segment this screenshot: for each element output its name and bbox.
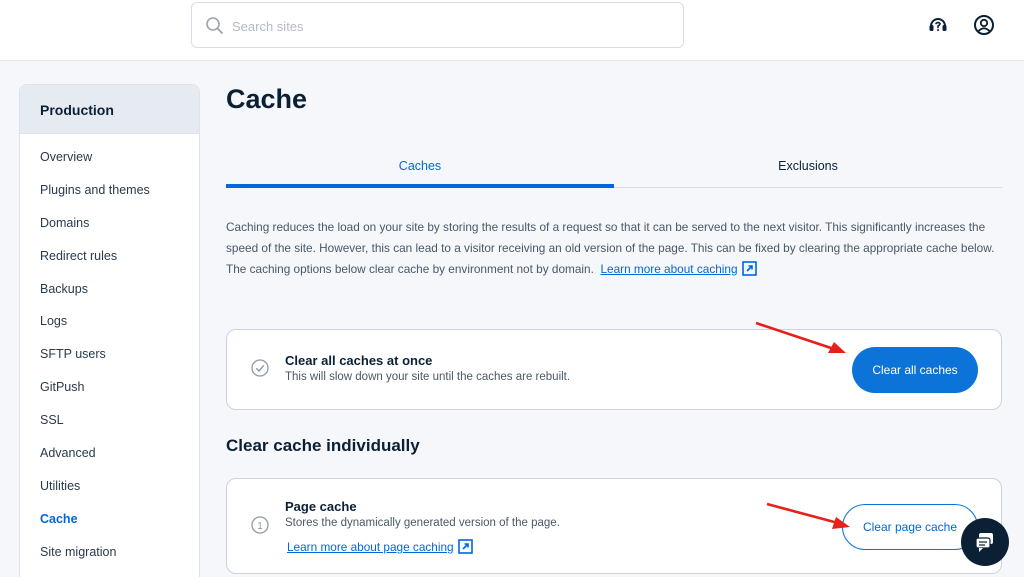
page-cache-title: Page cache [285, 499, 357, 514]
check-circle-icon [251, 359, 269, 377]
step-number: 1 [257, 521, 263, 532]
top-bar [0, 0, 1024, 61]
search-input[interactable] [232, 13, 662, 39]
chat-icon [975, 533, 993, 552]
environment-heading: Production [20, 85, 199, 134]
sidebar-item-sftp-users[interactable]: SFTP users [20, 338, 199, 371]
sidebar-item-logs[interactable]: Logs [20, 305, 199, 338]
sidebar-item-backups[interactable]: Backups [20, 273, 199, 306]
clear-page-cache-button[interactable]: Clear page cache [842, 504, 978, 550]
sidebar-item-plugins-and-themes[interactable]: Plugins and themes [20, 174, 199, 207]
learn-more-page-caching-label[interactable]: Learn more about page caching [287, 540, 454, 554]
clear-all-title: Clear all caches at once [285, 353, 433, 368]
sidebar-item-cache[interactable]: Cache [20, 503, 199, 536]
page-title: Cache [226, 84, 308, 114]
sidebar-nav: Overview Plugins and themes Domains Redi… [20, 134, 199, 569]
sidebar-item-redirect-rules[interactable]: Redirect rules [20, 240, 199, 273]
external-link-icon[interactable] [741, 261, 757, 276]
tab-caches[interactable]: Caches [226, 150, 614, 188]
sidebar-item-site-migration[interactable]: Site migration [20, 536, 199, 569]
account-icon[interactable] [973, 14, 995, 36]
sidebar-item-domains[interactable]: Domains [20, 207, 199, 240]
intro-text: Caching reduces the load on your site by… [226, 217, 1006, 280]
sidebar: Production Overview Plugins and themes D… [19, 84, 200, 577]
search-icon [206, 17, 223, 34]
page-cache-card: 1 Page cache Stores the dynamically gene… [226, 478, 1002, 574]
chat-widget-button[interactable] [961, 518, 1009, 566]
sidebar-item-gitpush[interactable]: GitPush [20, 371, 199, 404]
sidebar-item-utilities[interactable]: Utilities [20, 470, 199, 503]
external-link-icon[interactable] [457, 539, 473, 554]
page-cache-description: Stores the dynamically generated version… [285, 517, 560, 529]
clear-individually-heading: Clear cache individually [226, 436, 420, 455]
sidebar-item-advanced[interactable]: Advanced [20, 437, 199, 470]
learn-more-caching-link[interactable]: Learn more about caching [600, 262, 737, 276]
clear-all-description: This will slow down your site until the … [285, 371, 571, 383]
tab-exclusions[interactable]: Exclusions [614, 150, 1002, 188]
step-number-icon: 1 [251, 516, 269, 534]
sidebar-item-ssl[interactable]: SSL [20, 404, 199, 437]
sidebar-item-overview[interactable]: Overview [20, 141, 199, 174]
learn-more-page-caching-link[interactable]: Learn more about page caching [287, 539, 473, 554]
clear-all-caches-button[interactable]: Clear all caches [852, 347, 978, 393]
clear-all-card: Clear all caches at once This will slow … [226, 329, 1002, 410]
search-box[interactable] [191, 2, 684, 48]
tab-bar: Caches Exclusions [226, 150, 1002, 188]
help-icon[interactable] [927, 14, 949, 36]
